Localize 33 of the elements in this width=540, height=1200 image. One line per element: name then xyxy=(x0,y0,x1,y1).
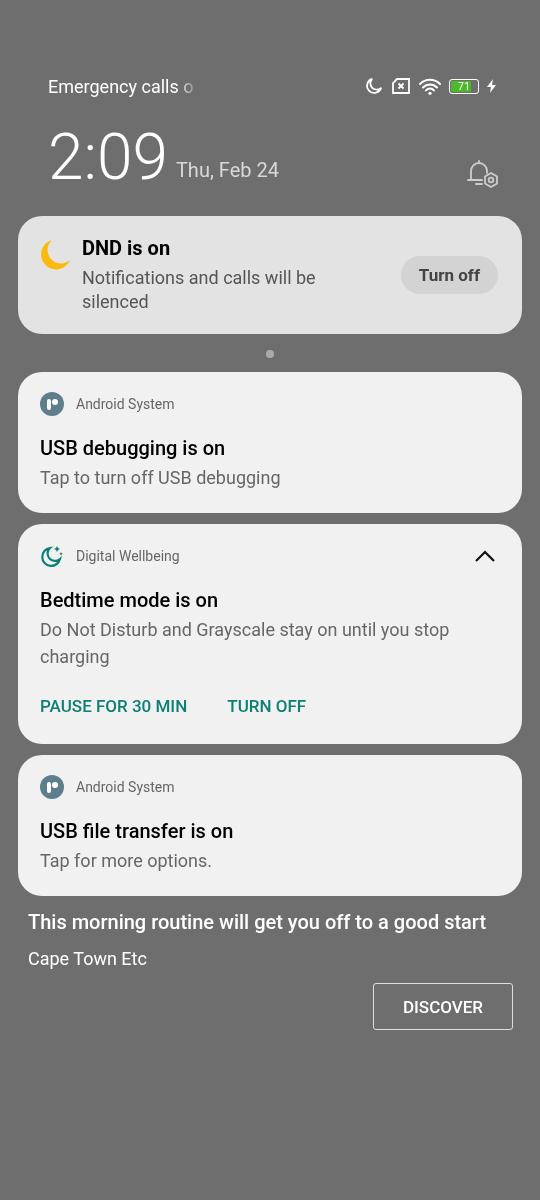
turn-off-button[interactable]: Turn off xyxy=(400,256,498,294)
notification-text: Tap for more options. xyxy=(40,849,214,873)
clock-time: 2:09 xyxy=(48,126,168,190)
app-icon xyxy=(40,392,64,416)
discover-button[interactable]: DISCOVER xyxy=(373,983,513,1030)
notification-title: USB file transfer is on xyxy=(40,819,235,843)
dnd-title: DND is on xyxy=(82,236,172,260)
notification-title: Bedtime mode is on xyxy=(40,588,220,612)
notification-card[interactable]: Android System USB file transfer is on Tap for more options. xyxy=(18,755,522,896)
notification-title: USB debugging is on xyxy=(40,436,227,460)
app-name: Android System xyxy=(76,396,176,412)
wifi-icon xyxy=(419,77,441,95)
notification-text: Tap to turn off USB debugging xyxy=(40,466,282,490)
app-name: Digital Wellbeing xyxy=(76,548,181,564)
app-name: Android System xyxy=(76,779,176,795)
page-dot xyxy=(266,350,274,358)
moon-icon xyxy=(38,238,72,272)
action-button[interactable]: PAUSE FOR 30 MIN xyxy=(40,696,188,716)
moon-icon xyxy=(40,544,64,568)
clock-date: Thu, Feb 24 xyxy=(175,158,279,182)
chevron-icon[interactable] xyxy=(474,549,496,563)
widget-headline: This morning routine will get you off to a good start xyxy=(27,909,488,936)
notification-card[interactable]: Digital Wellbeing Bedtime mode is on Do Not Disturb and Grayscale stay on until you stop charging PAUSE FOR 30 MIN TURN OFF xyxy=(18,524,522,744)
dnd-description: Notifications and calls will be silenced xyxy=(82,266,317,314)
battery-icon: 71 xyxy=(449,78,479,94)
widget-subtitle: Cape Town Etc xyxy=(27,947,148,969)
notification-text: Do Not Disturb and Grayscale stay on until you stop charging xyxy=(40,618,451,669)
no-sim-icon xyxy=(391,78,411,94)
action-button[interactable]: TURN OFF xyxy=(227,696,307,716)
app-icon xyxy=(40,775,64,799)
notification-card[interactable]: Android System USB debugging is on Tap to turn off USB debugging xyxy=(18,372,522,513)
bell-gear-icon[interactable] xyxy=(466,158,500,190)
carrier-text: Emergency calls o xyxy=(48,75,194,97)
